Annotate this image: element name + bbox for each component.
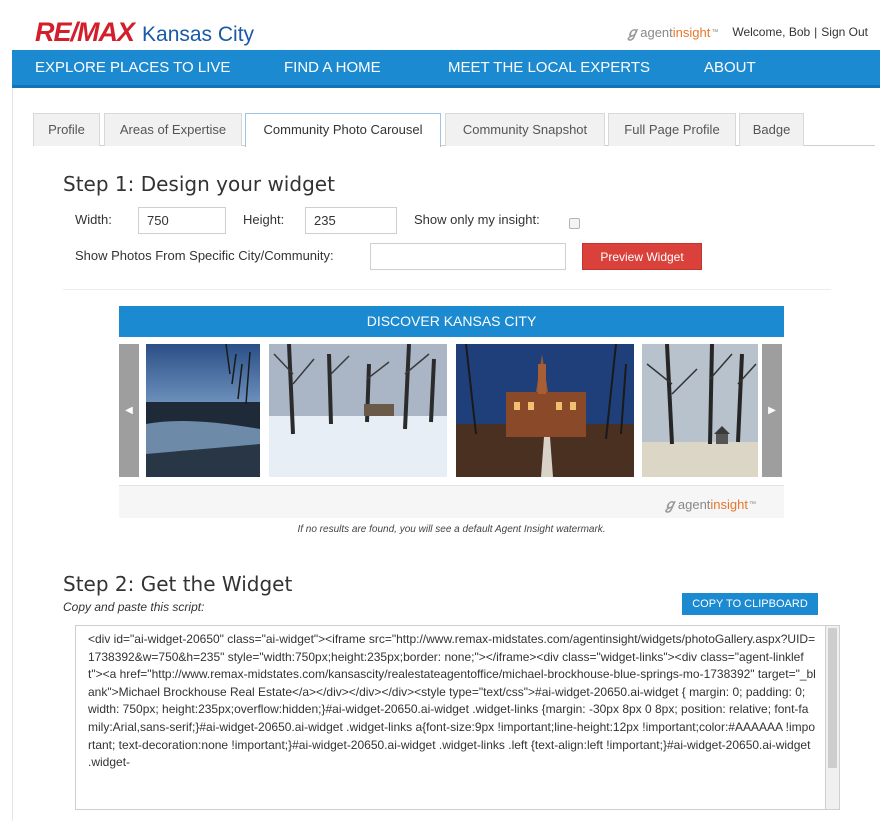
copy-to-clipboard-button[interactable]: COPY TO CLIPBOARD [682,593,818,615]
tab-areas-of-expertise[interactable]: Areas of Expertise [104,113,242,146]
step1-title: Step 1: Design your widget [63,172,335,196]
photo-carousel-widget: DISCOVER KANSAS CITY ◀ ▶ ℊ agent insight… [119,306,784,518]
widget-note: If no results are found, you will see a … [297,524,606,535]
sunset-river-photo[interactable] [146,344,260,477]
brand-logo-text: RE/MAX [35,17,135,47]
city-name: Kansas City [142,23,255,46]
preview-widget-button[interactable]: Preview Widget [582,243,702,270]
site-header: RE/MAX Kansas City ℊ agent insight ™ Welco… [12,12,880,50]
snowy-park-photo[interactable] [269,344,447,477]
show-insight-label: Show only my insight: [414,212,540,227]
agent-insight-logo: ℊ agent insight ™ [625,24,719,40]
step2-subtitle: Copy and paste this script: [63,600,205,614]
separator: | [814,25,818,39]
agent-insight-watermark-logo: ℊ agent insight ™ [662,496,756,512]
main-nav: EXPLORE PLACES TO LIVE FIND A HOME MEET … [12,50,880,88]
carousel-next-button[interactable]: ▶ [762,344,782,477]
welcome-text: Welcome, Bob | Sign Out [732,25,868,39]
agent-insight-leaf-icon: ℊ [662,496,677,512]
widget-title: DISCOVER KANSAS CITY [119,306,784,337]
agent-insight-leaf-icon: ℊ [625,24,640,40]
step2-title: Step 2: Get the Widget [63,572,293,596]
photo-strip: ◀ ▶ [119,337,784,485]
city-community-input[interactable] [370,243,566,270]
winter-gazebo-photo[interactable] [642,344,758,477]
city-community-label: Show Photos From Specific City/Community… [75,248,334,263]
widget-tabs: Profile Areas of Expertise Community Pho… [33,113,875,147]
tab-community-photo-carousel[interactable]: Community Photo Carousel [245,113,441,147]
tab-community-snapshot[interactable]: Community Snapshot [445,113,605,146]
nav-find-a-home[interactable]: FIND A HOME [284,50,381,86]
section-divider [63,289,831,290]
university-building-photo[interactable] [456,344,634,477]
nav-explore-places[interactable]: EXPLORE PLACES TO LIVE [35,50,230,86]
tab-profile[interactable]: Profile [33,113,100,146]
tab-full-page-profile[interactable]: Full Page Profile [608,113,736,146]
width-label: Width: [75,212,112,227]
script-scrollbar[interactable] [826,625,840,810]
sign-out-link[interactable]: Sign Out [821,25,868,39]
width-input[interactable]: 750 [138,207,226,234]
widget-footer: ℊ agent insight ™ [119,485,784,518]
height-input[interactable]: 235 [305,207,397,234]
nav-about[interactable]: ABOUT [704,50,756,86]
welcome-message: Welcome, Bob [732,25,811,39]
carousel-prev-button[interactable]: ◀ [119,344,139,477]
main-content: Profile Areas of Expertise Community Pho… [12,88,880,821]
nav-meet-local-experts[interactable]: MEET THE LOCAL EXPERTS [448,50,650,86]
remax-logo[interactable]: RE/MAX Kansas City [35,17,254,48]
tab-badge[interactable]: Badge [739,113,804,146]
show-insight-checkbox[interactable] [569,218,580,229]
height-label: Height: [243,212,285,227]
widget-script-textarea[interactable]: <div id="ai-widget-20650" class="ai-widg… [75,625,826,810]
scrollbar-thumb[interactable] [828,628,837,768]
